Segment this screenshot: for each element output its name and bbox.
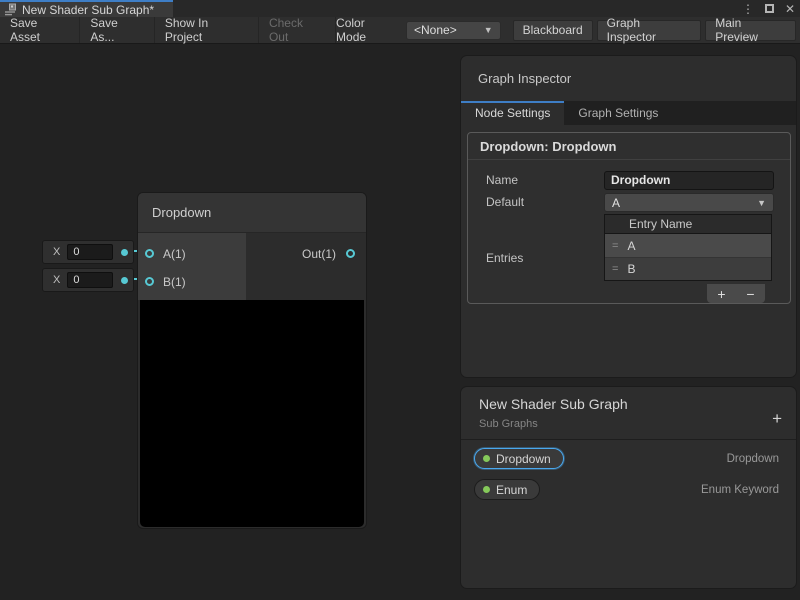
default-dropdown[interactable]: A ▼ <box>604 193 774 212</box>
blackboard-item-name: Dropdown <box>496 452 551 466</box>
drag-handle-icon[interactable]: = <box>612 240 618 252</box>
entry-name: A <box>627 239 635 253</box>
remove-entry-button[interactable]: − <box>746 286 754 302</box>
main-preview-toggle-button[interactable]: Main Preview <box>705 20 796 41</box>
node-preview <box>140 300 364 527</box>
save-as-button[interactable]: Save As... <box>80 17 154 43</box>
blackboard-item-type: Enum Keyword <box>701 484 779 496</box>
graph-inspector-panel[interactable]: Graph Inspector Node Settings Graph Sett… <box>460 55 797 378</box>
titlebar: New Shader Sub Graph* ⋮ ✕ <box>0 0 800 17</box>
name-input[interactable]: Dropdown <box>604 171 774 190</box>
float-input-a[interactable]: X 0 <box>42 240 134 264</box>
entries-list-footer: + − <box>707 284 765 303</box>
graph-canvas[interactable]: X 0 X 0 Dropdown A(1) B(1) Out(1) <box>0 44 800 600</box>
check-out-button: Check Out <box>259 17 336 43</box>
input-port-a-label: A(1) <box>163 246 186 262</box>
blackboard-header: New Shader Sub Graph Sub Graphs + <box>461 387 796 440</box>
blackboard-item-dropdown[interactable]: Dropdown <box>474 448 564 469</box>
tab-node-settings[interactable]: Node Settings <box>461 101 564 125</box>
float-value-field[interactable]: 0 <box>67 244 113 260</box>
output-port-dot[interactable] <box>121 249 128 256</box>
output-port-dot[interactable] <box>121 277 128 284</box>
output-port-icon[interactable] <box>346 249 355 258</box>
output-port-label: Out(1) <box>302 246 336 262</box>
blackboard-subtitle: Sub Graphs <box>479 418 538 430</box>
maximize-icon[interactable] <box>765 4 774 13</box>
tab-graph-settings[interactable]: Graph Settings <box>564 101 672 125</box>
node-input-column <box>138 233 246 300</box>
entry-name: B <box>627 262 635 276</box>
color-mode-value: <None> <box>414 23 457 37</box>
chevron-down-icon: ▼ <box>484 25 493 35</box>
axis-label: X <box>53 246 60 258</box>
float-value-field[interactable]: 0 <box>67 272 113 288</box>
input-port-b-label: B(1) <box>163 274 186 290</box>
subgraph-asset-icon <box>4 3 17 16</box>
color-mode-label: Color Mode <box>336 16 397 44</box>
default-label: Default <box>486 195 524 211</box>
inspector-title: Graph Inspector <box>461 56 796 101</box>
blackboard-item-name: Enum <box>496 483 527 497</box>
drag-handle-icon[interactable]: = <box>612 263 618 275</box>
dropdown-node[interactable]: Dropdown A(1) B(1) Out(1) <box>137 192 367 529</box>
float-input-b[interactable]: X 0 <box>42 268 134 292</box>
default-value: A <box>612 196 620 210</box>
input-port-b-icon[interactable] <box>145 277 154 286</box>
save-asset-button[interactable]: Save Asset <box>0 17 80 43</box>
color-mode-dropdown[interactable]: <None> ▼ <box>406 21 501 40</box>
keyword-dot-icon <box>483 486 490 493</box>
node-settings-section: Dropdown: Dropdown Name Dropdown Default… <box>467 132 791 304</box>
toolbar: Save Asset Save As... Show In Project Ch… <box>0 17 800 44</box>
entries-label: Entries <box>486 251 523 267</box>
keyword-dot-icon <box>483 455 490 462</box>
name-label: Name <box>486 173 518 189</box>
entry-row-a[interactable]: = A <box>605 234 771 257</box>
add-property-button[interactable]: + <box>772 409 782 429</box>
show-in-project-button[interactable]: Show In Project <box>155 17 259 43</box>
axis-label: X <box>53 274 60 286</box>
blackboard-panel[interactable]: New Shader Sub Graph Sub Graphs + Dropdo… <box>460 386 797 589</box>
blackboard-toggle-button[interactable]: Blackboard <box>513 20 593 41</box>
entry-row-b[interactable]: = B <box>605 257 771 280</box>
more-icon[interactable]: ⋮ <box>742 2 754 16</box>
entries-header: Entry Name <box>605 215 771 234</box>
graph-inspector-toggle-button[interactable]: Graph Inspector <box>597 20 702 41</box>
chevron-down-icon: ▼ <box>757 198 766 208</box>
input-port-a-icon[interactable] <box>145 249 154 258</box>
inspector-tabs: Node Settings Graph Settings <box>461 101 796 125</box>
entries-list: Entry Name = A = B <box>604 214 772 281</box>
blackboard-item-type: Dropdown <box>727 453 779 465</box>
blackboard-item-enum[interactable]: Enum <box>474 479 540 500</box>
add-entry-button[interactable]: + <box>717 286 725 302</box>
node-title[interactable]: Dropdown <box>138 193 366 233</box>
blackboard-title: New Shader Sub Graph <box>479 396 628 412</box>
tab-title: New Shader Sub Graph* <box>22 3 154 17</box>
close-icon[interactable]: ✕ <box>785 2 795 16</box>
section-title: Dropdown: Dropdown <box>468 133 790 160</box>
shader-graph-window: New Shader Sub Graph* ⋮ ✕ Save Asset Sav… <box>0 0 800 600</box>
document-tab[interactable]: New Shader Sub Graph* <box>0 0 173 17</box>
